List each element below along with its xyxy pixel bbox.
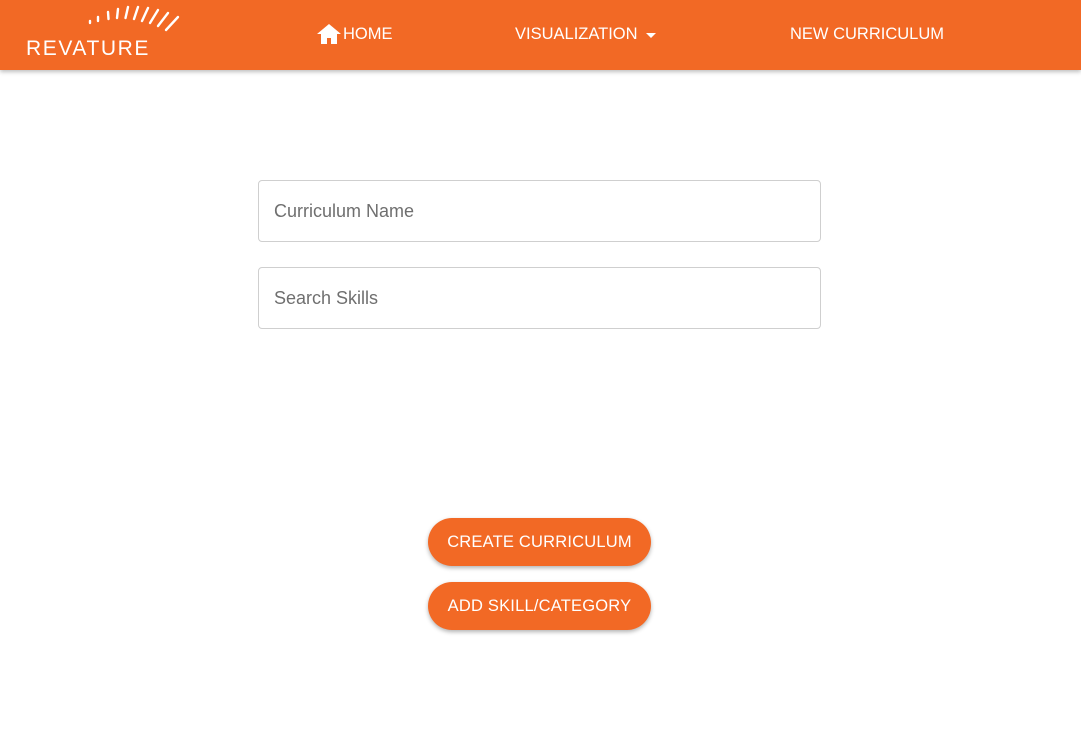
nav-visualization-label: VISUALIZATION	[515, 24, 638, 43]
nav-visualization-dropdown[interactable]: VISUALIZATION	[515, 23, 656, 45]
create-curriculum-button[interactable]: CREATE CURRICULUM	[428, 518, 651, 566]
logo-text: REVATURE	[26, 37, 151, 60]
search-skills-input[interactable]	[259, 268, 820, 328]
caret-down-icon	[645, 32, 656, 38]
nav-home-label: HOME	[343, 24, 393, 43]
revature-logo[interactable]: REVATURE	[26, 4, 196, 60]
home-icon	[317, 23, 341, 44]
nav-home[interactable]: HOME	[316, 23, 393, 45]
top-navbar: REVATURE HOME VISUALIZATION NEW CURRICUL…	[0, 0, 1081, 70]
search-skills-field	[258, 267, 821, 329]
nav-new-curriculum-label: NEW CURRICULUM	[790, 24, 944, 43]
curriculum-name-input[interactable]	[259, 181, 820, 241]
curriculum-name-field	[258, 180, 821, 242]
nav-new-curriculum[interactable]: NEW CURRICULUM	[790, 23, 944, 45]
sunburst-icon	[88, 5, 180, 32]
add-skill-category-button[interactable]: ADD SKILL/CATEGORY	[428, 582, 651, 630]
